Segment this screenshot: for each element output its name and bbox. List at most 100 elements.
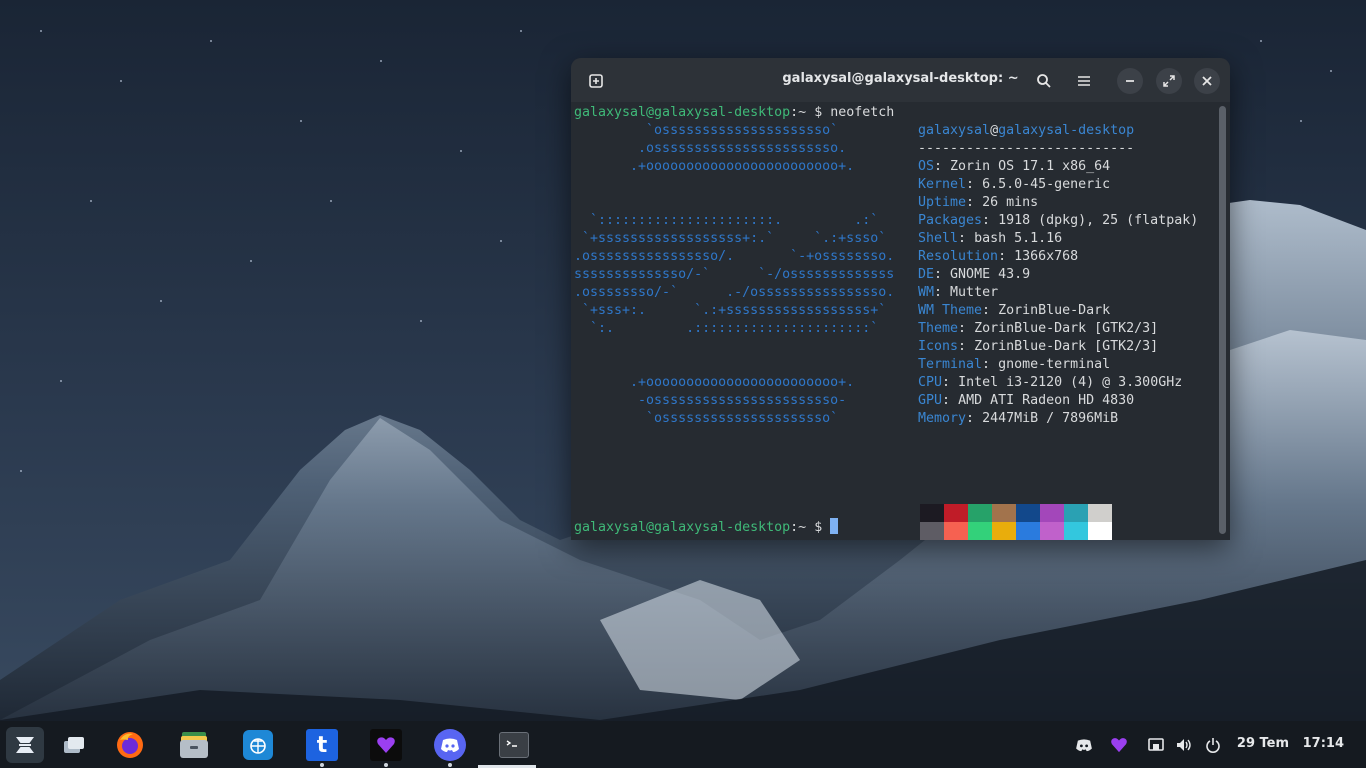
info-colon: : <box>966 195 975 210</box>
info-line: OS: Zorin OS 17.1 x86_64 <box>918 158 1110 176</box>
taskbar: t 29 Tem 17:14 <box>0 721 1366 768</box>
info-key: GPU <box>918 393 943 408</box>
ascii-art-line: .+oooooooooooooooooooooooo+. <box>574 159 855 174</box>
power-icon <box>1206 738 1220 753</box>
minimize-button[interactable] <box>1117 68 1143 94</box>
firefox-button[interactable] <box>110 727 150 763</box>
volume-button[interactable] <box>1174 735 1194 755</box>
ascii-art-line: .ossssssso/-` .-/ossssssssssssssso. <box>574 285 895 300</box>
discord-tray-button[interactable] <box>1074 735 1094 755</box>
color-swatch <box>1088 522 1112 540</box>
info-value: ZorinBlue-Dark [GTK2/3] <box>974 321 1159 336</box>
color-swatch <box>1088 504 1112 522</box>
zorin-menu-icon <box>6 727 44 763</box>
command-text: neofetch <box>830 105 895 120</box>
zorin-menu-button[interactable] <box>5 727 45 763</box>
search-button[interactable] <box>1031 68 1057 94</box>
discord-icon <box>434 729 466 761</box>
ascii-art-line: .+oooooooooooooooooooooooo+. <box>574 375 855 390</box>
info-key: DE <box>918 267 935 282</box>
workspaces-icon <box>64 737 84 753</box>
ascii-art-line: `osssssssssssssssssssso` <box>574 411 839 426</box>
info-line: Uptime: 26 mins <box>918 194 1038 212</box>
tutanota-button[interactable]: t <box>302 727 342 767</box>
info-key: Kernel <box>918 177 967 192</box>
info-colon: : <box>966 411 975 426</box>
hamburger-icon <box>1078 76 1090 86</box>
color-swatch <box>1064 504 1088 522</box>
maximize-icon <box>1163 75 1175 87</box>
info-line: Packages: 1918 (dpkg), 25 (flatpak) <box>918 212 1198 230</box>
color-swatch <box>1016 522 1040 540</box>
host-name: galaxysal-desktop <box>998 123 1135 138</box>
info-value: 1366x768 <box>1014 249 1079 264</box>
network-icon <box>1148 738 1164 751</box>
ascii-art-line: ssssssssssssso/-` `-/osssssssssssss <box>574 267 895 282</box>
info-value: AMD ATI Radeon HD 4830 <box>958 393 1135 408</box>
workspaces-button[interactable] <box>54 727 94 763</box>
info-value: 1918 (dpkg), 25 (flatpak) <box>998 213 1199 228</box>
maximize-button[interactable] <box>1156 68 1182 94</box>
info-line: CPU: Intel i3-2120 (4) @ 3.300GHz <box>918 374 1182 392</box>
window-titlebar[interactable]: galaxysal@galaxysal-desktop: ~ <box>571 58 1230 102</box>
menu-button[interactable] <box>1071 68 1097 94</box>
info-colon: : <box>982 303 991 318</box>
info-colon: : <box>934 159 943 174</box>
ascii-art-line: `:. .::::::::::::::::::::::` <box>574 321 879 336</box>
ascii-art-line: -osssssssssssssssssssssso- <box>574 393 847 408</box>
info-value: ZorinBlue-Dark [GTK2/3] <box>974 339 1159 354</box>
firefox-icon <box>117 732 143 758</box>
prompt-user: galaxysal@galaxysal-desktop <box>574 520 791 535</box>
current-prompt: galaxysal@galaxysal-desktop:~ $ <box>574 518 839 537</box>
color-swatch <box>968 504 992 522</box>
close-button[interactable] <box>1194 68 1220 94</box>
info-key: WM <box>918 285 935 300</box>
terminal-window[interactable]: galaxysal@galaxysal-desktop: ~ galaxysal… <box>571 58 1230 540</box>
files-button[interactable] <box>174 727 214 763</box>
info-line: WM: Mutter <box>918 284 998 302</box>
host-at: @ <box>990 123 999 138</box>
heart-app-button[interactable] <box>366 727 406 767</box>
info-colon: : <box>958 339 967 354</box>
info-colon: : <box>982 213 991 228</box>
color-swatch <box>1040 522 1064 540</box>
terminal-button[interactable] <box>478 727 536 768</box>
volume-icon <box>1177 739 1191 751</box>
terminal-icon <box>499 732 529 758</box>
heart-tray-icon <box>1111 738 1127 753</box>
info-colon: : <box>982 357 991 372</box>
terminal-output[interactable]: galaxysal@galaxysal-desktop:~ $ neofetch… <box>574 104 1214 540</box>
info-colon: : <box>966 177 975 192</box>
info-value: ZorinBlue-Dark <box>998 303 1111 318</box>
color-swatch <box>1016 504 1040 522</box>
color-swatch <box>992 522 1016 540</box>
info-key: Icons <box>918 339 959 354</box>
color-swatch <box>920 504 944 522</box>
discord-tray-icon <box>1076 739 1092 752</box>
discord-button[interactable] <box>430 727 470 767</box>
heart-tray-button[interactable] <box>1109 735 1129 755</box>
info-value: gnome-terminal <box>998 357 1111 372</box>
info-value: 6.5.0-45-generic <box>982 177 1111 192</box>
date-label: 29 Tem <box>1236 736 1290 751</box>
scrollbar[interactable] <box>1219 106 1226 534</box>
network-button[interactable] <box>1146 735 1166 755</box>
ascii-art-line: `::::::::::::::::::::::. .:` <box>574 213 879 228</box>
prompt-dollar: $ <box>814 520 823 535</box>
close-icon <box>1202 76 1212 86</box>
ascii-art-line: .osssssssssssssssssssssso. <box>574 141 847 156</box>
info-value: bash 5.1.16 <box>974 231 1063 246</box>
info-line: Shell: bash 5.1.16 <box>918 230 1062 248</box>
info-line: Memory: 2447MiB / 7896MiB <box>918 410 1118 428</box>
info-line: GPU: AMD ATI Radeon HD 4830 <box>918 392 1134 410</box>
info-key: Packages <box>918 213 983 228</box>
info-key: Shell <box>918 231 959 246</box>
ascii-art-line: `osssssssssssssssssssso` <box>574 123 839 138</box>
clock[interactable]: 29 Tem 17:14 <box>1237 736 1344 751</box>
info-line: Terminal: gnome-terminal <box>918 356 1110 374</box>
heart-app-icon <box>370 729 402 761</box>
prompt-path: :~ <box>790 105 807 120</box>
software-store-button[interactable] <box>238 727 278 763</box>
color-swatch <box>968 522 992 540</box>
power-button[interactable] <box>1203 735 1223 755</box>
